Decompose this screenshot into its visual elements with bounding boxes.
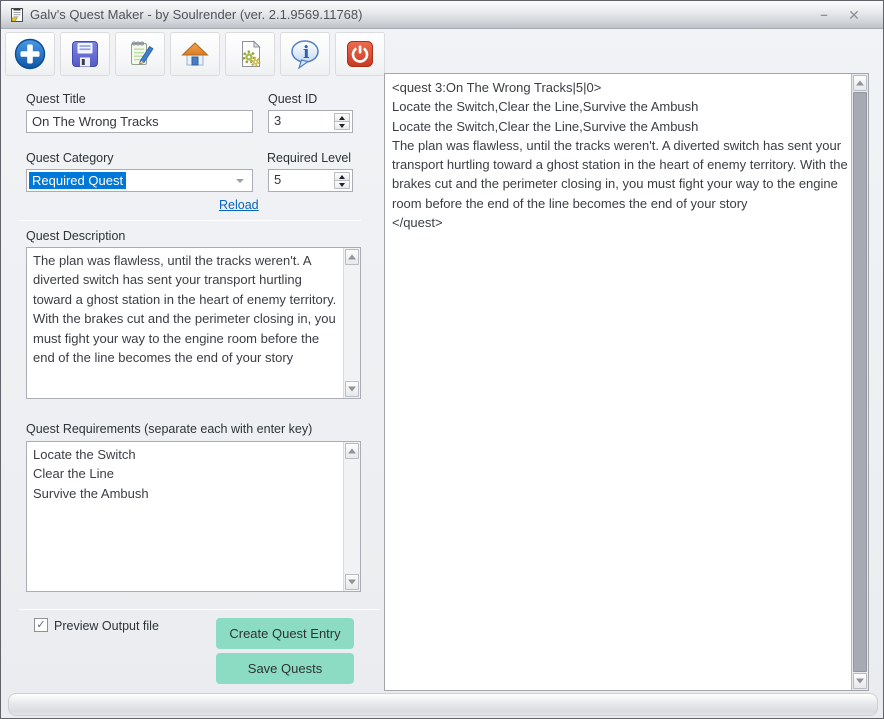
quest-requirements-textarea[interactable]: Locate the Switch Clear the Line Survive… (26, 441, 361, 592)
exit-button[interactable] (335, 32, 385, 76)
required-level-stepper[interactable]: 5 (268, 169, 353, 192)
preview-scrollbar[interactable] (851, 74, 868, 690)
home-button[interactable] (170, 32, 220, 76)
info-button[interactable]: i (280, 32, 330, 76)
scroll-up-arrow-icon[interactable] (345, 443, 359, 459)
toolbar: i (5, 32, 390, 76)
description-scrollbar[interactable] (343, 248, 360, 398)
quest-requirements-label: Quest Requirements (separate each with e… (26, 422, 313, 436)
quest-description-textarea[interactable]: The plan was flawless, until the tracks … (26, 247, 361, 399)
requirements-scrollbar[interactable] (343, 442, 360, 591)
info-bubble-icon: i (291, 40, 319, 70)
quest-output-text: <quest 3:On The Wrong Tracks|5|0> Locate… (392, 80, 848, 231)
quest-title-input[interactable] (26, 110, 253, 133)
document-gears-icon (242, 40, 261, 67)
window-title: Galv's Quest Maker - by Soulrender (ver.… (30, 7, 363, 22)
app-window: Galv's Quest Maker - by Soulrender (ver.… (0, 0, 884, 719)
quest-description-text: The plan was flawless, until the tracks … (33, 253, 340, 366)
quest-category-select[interactable]: Required Quest (26, 169, 253, 192)
preview-output-checkbox[interactable]: ✓ (34, 618, 48, 632)
quest-id-value: 3 (274, 113, 282, 128)
quest-category-selected-value: Required Quest (29, 172, 127, 189)
app-icon (11, 8, 23, 22)
floppy-disk-icon (72, 41, 98, 67)
title-bar: Galv's Quest Maker - by Soulrender (ver.… (1, 1, 883, 29)
save-button[interactable] (60, 32, 110, 76)
minimize-button[interactable]: – (813, 6, 835, 24)
save-quests-button[interactable]: Save Quests (216, 653, 354, 684)
check-icon: ✓ (36, 619, 46, 631)
svg-text:i: i (303, 43, 310, 63)
notepad-pencil-icon (131, 41, 154, 65)
status-strip (8, 693, 878, 716)
quest-output-preview[interactable]: <quest 3:On The Wrong Tracks|5|0> Locate… (384, 73, 869, 691)
preview-output-label: Preview Output file (54, 619, 159, 633)
plus-circle-icon (14, 38, 46, 70)
quest-id-stepper[interactable]: 3 (268, 110, 353, 133)
required-level-down-arrow-icon[interactable] (334, 180, 350, 189)
scroll-up-arrow-icon[interactable] (853, 75, 867, 91)
quest-id-label: Quest ID (268, 92, 318, 106)
close-button[interactable]: ✕ (843, 6, 865, 24)
quest-description-label: Quest Description (26, 229, 126, 243)
separator (19, 220, 361, 221)
scroll-up-arrow-icon[interactable] (345, 249, 359, 265)
scroll-down-arrow-icon[interactable] (345, 381, 359, 397)
edit-button[interactable] (115, 32, 165, 76)
generate-button[interactable] (225, 32, 275, 76)
separator (19, 609, 379, 610)
quest-requirements-text: Locate the Switch Clear the Line Survive… (33, 447, 149, 501)
power-icon (347, 41, 373, 67)
new-quest-button[interactable] (5, 32, 55, 76)
quest-id-down-arrow-icon[interactable] (334, 121, 350, 130)
create-quest-entry-button[interactable]: Create Quest Entry (216, 618, 354, 649)
quest-title-label: Quest Title (26, 92, 86, 106)
scrollbar-thumb[interactable] (853, 92, 867, 672)
home-icon (181, 42, 209, 66)
required-level-value: 5 (274, 172, 282, 187)
quest-category-label: Quest Category (26, 151, 114, 165)
required-level-label: Required Level (267, 151, 352, 165)
scroll-down-arrow-icon[interactable] (345, 574, 359, 590)
chevron-down-icon (236, 178, 244, 183)
reload-link[interactable]: Reload (219, 198, 259, 212)
scroll-down-arrow-icon[interactable] (853, 673, 867, 689)
